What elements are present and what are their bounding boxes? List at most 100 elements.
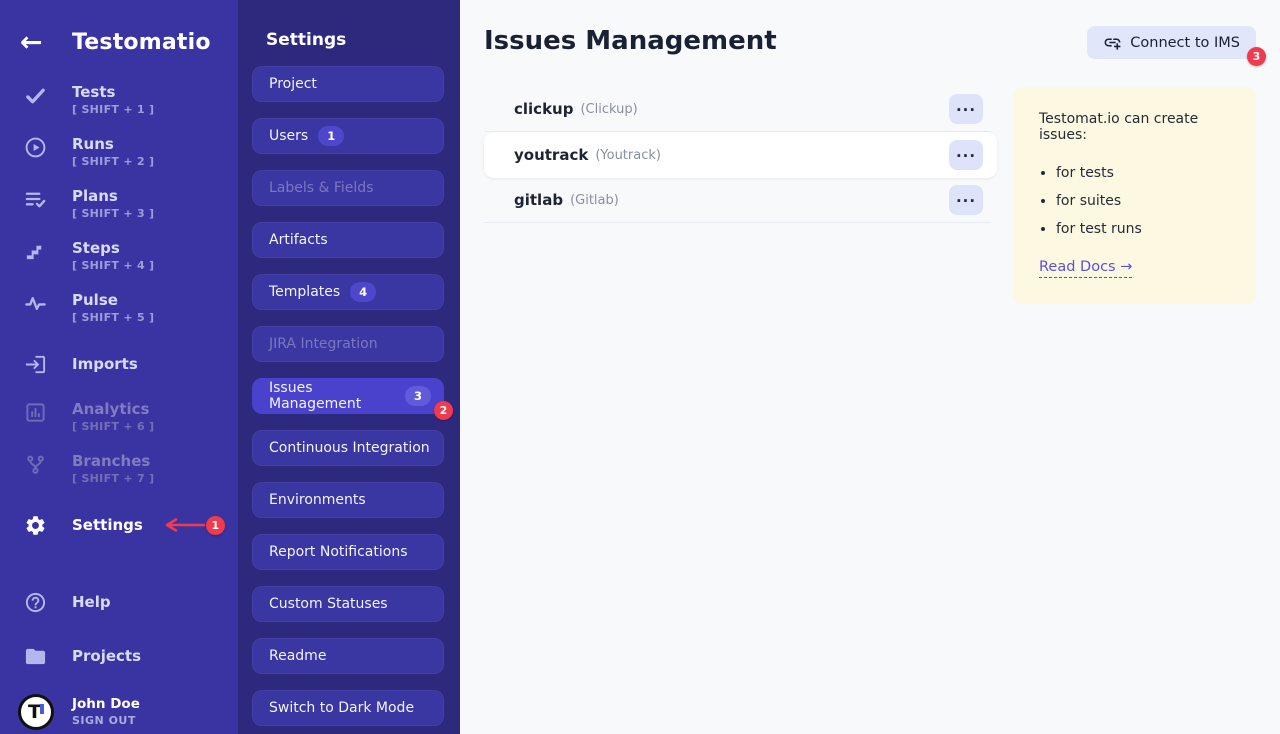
sidebar-item-tests[interactable]: Tests [ SHIFT + 1 ] [0, 83, 238, 118]
annotation-badge-1: 1 [206, 516, 225, 535]
sidebar-item-help[interactable]: Help [0, 590, 238, 614]
app-logo[interactable]: Testomatio [72, 30, 211, 55]
sidebar-item-steps[interactable]: Steps [ SHIFT + 4 ] [0, 239, 238, 274]
avatar-accent [40, 704, 44, 714]
sidebar-item-projects[interactable]: Projects [0, 644, 238, 668]
sign-out-link[interactable]: SIGN OUT [72, 713, 140, 729]
settings-menu-item-users[interactable]: Users 1 [252, 118, 444, 154]
settings-menu-item-environments[interactable]: Environments [252, 482, 444, 518]
info-bullet: for tests [1056, 165, 1230, 181]
sidebar-item-branches[interactable]: Branches [ SHIFT + 7 ] [0, 452, 238, 487]
settings-menu-item-custom-statuses[interactable]: Custom Statuses [252, 586, 444, 622]
more-options-button[interactable]: ... [949, 94, 983, 124]
nav-shortcut: [ SHIFT + 4 ] [72, 258, 154, 274]
import-icon [24, 353, 72, 376]
main-sidebar: ← Testomatio Tests [ SHIFT + 1 ] Runs [ … [0, 0, 238, 734]
annotation-badge-3: 3 [1247, 47, 1266, 66]
settings-menu-item-continuous-integration[interactable]: Continuous Integration [252, 430, 444, 466]
menu-item-label: Labels & Fields [269, 180, 374, 196]
settings-menu-item-jira-integration[interactable]: JIRA Integration [252, 326, 444, 362]
sidebar-item-pulse[interactable]: Pulse [ SHIFT + 5 ] [0, 291, 238, 326]
settings-menu-item-project[interactable]: Project [252, 66, 444, 102]
user-account[interactable]: T John Doe SIGN OUT [0, 694, 238, 730]
issue-name: clickup [514, 100, 573, 118]
settings-panel: Settings Project Users 1 Labels & Fields… [238, 0, 460, 734]
info-bullet: for suites [1056, 193, 1230, 209]
sidebar-item-settings[interactable]: Settings 1 [0, 513, 238, 537]
nav-shortcut: [ SHIFT + 2 ] [72, 154, 154, 170]
issues-count-badge: 3 [405, 386, 431, 406]
settings-menu-item-issues-management[interactable]: Issues Management 3 2 [252, 378, 444, 414]
menu-item-label: Switch to Dark Mode [269, 700, 414, 716]
red-arrow-icon [158, 516, 206, 534]
back-arrow-icon[interactable]: ← [20, 27, 72, 58]
settings-panel-title: Settings [252, 30, 446, 50]
sidebar-item-plans[interactable]: Plans [ SHIFT + 3 ] [0, 187, 238, 222]
issue-row-gitlab[interactable]: gitlab (Gitlab) ... [484, 178, 991, 223]
play-circle-icon [24, 135, 72, 159]
annotation-marker-1: 1 [151, 516, 225, 535]
more-options-button[interactable]: ... [949, 185, 983, 215]
menu-item-label: Report Notifications [269, 544, 407, 560]
nav-label: Tests [72, 83, 154, 102]
nav-label: Pulse [72, 291, 154, 310]
nav-label: Analytics [72, 400, 154, 419]
issues-list: clickup (Clickup) ... youtrack (Youtrack… [484, 87, 991, 223]
gear-icon [24, 514, 72, 537]
avatar: T [18, 694, 54, 730]
issue-row-clickup[interactable]: clickup (Clickup) ... [484, 87, 991, 132]
settings-menu-item-dark-mode-toggle[interactable]: Switch to Dark Mode [252, 690, 444, 726]
settings-menu-item-labels-fields[interactable]: Labels & Fields [252, 170, 444, 206]
nav-shortcut: [ SHIFT + 5 ] [72, 310, 154, 326]
issue-type: (Gitlab) [570, 193, 619, 208]
user-name: John Doe [72, 696, 140, 713]
users-count-badge: 1 [318, 126, 344, 146]
stairs-icon [24, 239, 72, 263]
settings-menu-item-report-notifications[interactable]: Report Notifications [252, 534, 444, 570]
bar-chart-icon [24, 400, 72, 424]
menu-item-label: Users [269, 128, 308, 144]
annotation-badge-2: 2 [434, 401, 453, 420]
menu-item-label: Environments [269, 492, 366, 508]
settings-menu-item-templates[interactable]: Templates 4 [252, 274, 444, 310]
git-branch-icon [24, 452, 72, 476]
page-title: Issues Management [484, 24, 777, 58]
more-options-button[interactable]: ... [949, 140, 983, 170]
sidebar-nav: Tests [ SHIFT + 1 ] Runs [ SHIFT + 2 ] P… [0, 62, 238, 730]
info-bullet-list: for tests for suites for test runs [1056, 165, 1230, 237]
nav-label: Branches [72, 452, 154, 471]
issue-name: youtrack [514, 146, 588, 164]
folder-icon [24, 645, 72, 668]
issue-type: (Youtrack) [595, 148, 661, 163]
settings-menu-item-readme[interactable]: Readme [252, 638, 444, 674]
check-icon [24, 83, 72, 107]
connect-button-label: Connect to IMS [1130, 35, 1240, 51]
menu-item-label: Templates [269, 284, 340, 300]
connect-to-ims-button[interactable]: Connect to IMS 3 [1087, 26, 1256, 59]
sidebar-item-analytics[interactable]: Analytics [ SHIFT + 6 ] [0, 400, 238, 435]
nav-shortcut: [ SHIFT + 6 ] [72, 419, 154, 435]
menu-item-label: Artifacts [269, 232, 328, 248]
pulse-icon [24, 291, 72, 315]
list-check-icon [24, 187, 72, 211]
nav-shortcut: [ SHIFT + 1 ] [72, 102, 154, 118]
sidebar-item-imports[interactable]: Imports [0, 352, 238, 376]
menu-item-label: JIRA Integration [269, 336, 378, 352]
nav-label: Imports [72, 355, 138, 374]
menu-item-label: Project [269, 76, 317, 92]
info-bullet: for test runs [1056, 221, 1230, 237]
templates-count-badge: 4 [350, 282, 376, 302]
issue-name: gitlab [514, 191, 563, 209]
sidebar-item-runs[interactable]: Runs [ SHIFT + 2 ] [0, 135, 238, 170]
menu-item-label: Custom Statuses [269, 596, 388, 612]
logo-row: ← Testomatio [0, 22, 238, 62]
info-box: Testomat.io can create issues: for tests… [1013, 87, 1256, 304]
nav-label: Help [72, 593, 111, 612]
menu-item-label: Continuous Integration [269, 440, 430, 456]
settings-menu-item-artifacts[interactable]: Artifacts [252, 222, 444, 258]
main-header: Issues Management Connect to IMS 3 [484, 24, 1256, 59]
nav-label: Runs [72, 135, 154, 154]
read-docs-link[interactable]: Read Docs → [1039, 259, 1132, 278]
issue-row-youtrack[interactable]: youtrack (Youtrack) ... [484, 132, 997, 178]
nav-shortcut: [ SHIFT + 7 ] [72, 471, 154, 487]
